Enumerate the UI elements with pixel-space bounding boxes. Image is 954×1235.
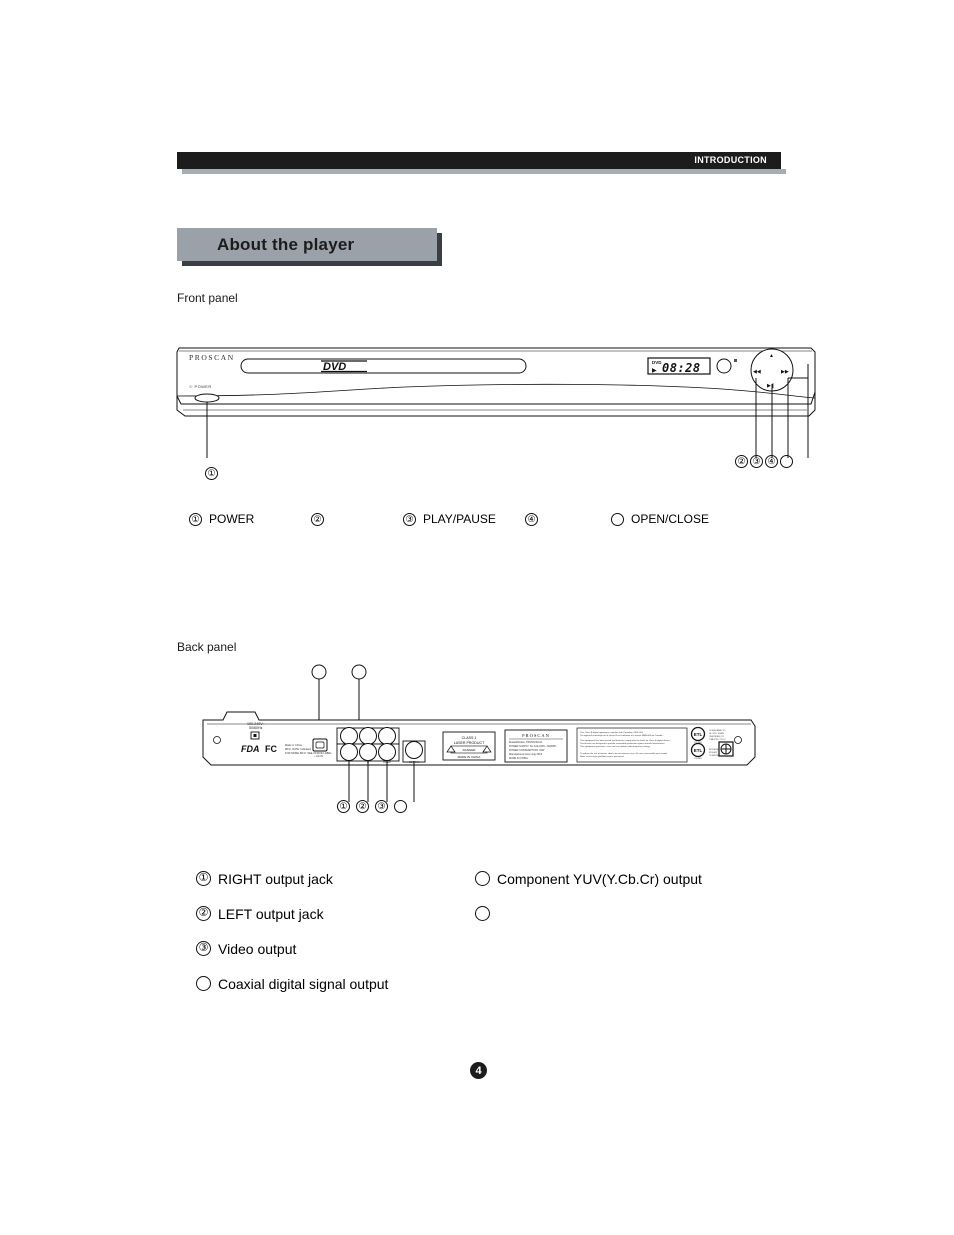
running-header-bar: INTRODUCTION xyxy=(177,152,781,169)
svg-text:CSA STD. C22.2: CSA STD. C22.2 xyxy=(709,738,726,741)
jog-up-glyph: ▲ xyxy=(769,353,774,359)
legend-label: Coaxial digital signal output xyxy=(218,975,389,992)
jog-play-pause-glyph: ▶❙ xyxy=(767,383,775,389)
legend-item-coaxial-output: Coaxial digital signal output xyxy=(196,966,388,1001)
svg-text:Model/Modelo: PDVD1000-A1: Model/Modelo: PDVD1000-A1 xyxy=(509,741,543,744)
back-callout-2: ② xyxy=(356,800,369,813)
laser-class-line1: CLASS 1 xyxy=(462,736,477,740)
svg-text:FOR MORE INFO: SEE OFFICE LABE: FOR MORE INFO: SEE OFFICE LABEL xyxy=(285,751,332,755)
svg-text:CERTIFIED TO: CERTIFIED TO xyxy=(709,736,724,738)
fc-mark: FC xyxy=(265,744,277,754)
legend-marker-circle xyxy=(611,512,624,526)
legend-marker: ④ xyxy=(525,512,538,526)
back-panel-legend-left: ① RIGHT output jack ② LEFT output jack ③… xyxy=(196,861,388,1001)
back-panel-illustration: 100-240V~ 50/60Hz FDA FC Made in China M… xyxy=(202,664,756,802)
legend-item-2: ② xyxy=(311,512,403,526)
legend-marker-circle xyxy=(475,871,490,886)
legend-item-4: ④ xyxy=(525,512,611,526)
svg-text:POWER CONSUMPTION: 15W: POWER CONSUMPTION: 15W xyxy=(509,749,545,752)
legend-marker: ① xyxy=(196,871,211,886)
legend-label: RIGHT output jack xyxy=(218,870,333,887)
display-play-indicator: ▶ xyxy=(652,368,657,374)
svg-text:This Class B digital apparatus: This Class B digital apparatus complies … xyxy=(580,731,644,734)
legend-label: LEFT output jack xyxy=(218,905,324,922)
svg-text:Made in China: Made in China xyxy=(285,743,302,747)
back-callout-1: ① xyxy=(337,800,350,813)
front-panel-heading: Front panel xyxy=(177,291,238,305)
legend-label: Component YUV(Y.Cb.Cr) output xyxy=(497,870,702,887)
legend-marker: ② xyxy=(196,906,211,921)
svg-text:CONFORMS TO: CONFORMS TO xyxy=(709,730,726,732)
svg-text:ETL: ETL xyxy=(694,748,703,753)
svg-text:Manufactured since Aug 2010: Manufactured since Aug 2010 xyxy=(509,753,543,756)
back-callout-coaxial xyxy=(394,800,407,813)
ground-symbol xyxy=(718,741,734,757)
legend-label: PLAY/PAUSE xyxy=(423,512,496,526)
legend-marker: ① xyxy=(189,512,202,526)
svg-text:To reduce the risk of electric: To reduce the risk of electric shock, do… xyxy=(580,752,668,755)
section-title-box: About the player xyxy=(177,228,437,261)
legend-item-right-output: ① RIGHT output jack xyxy=(196,861,388,896)
svg-text:ETL: ETL xyxy=(694,732,703,737)
front-panel-legend: ① POWER ② ③ PLAY/PAUSE ④ OPEN/CLOSE xyxy=(189,512,709,526)
back-callout-3: ③ xyxy=(375,800,388,813)
svg-text:Refer servicing to qualified s: Refer servicing to qualified service per… xyxy=(580,755,625,758)
legend-marker-circle xyxy=(196,976,211,991)
running-header-label: INTRODUCTION xyxy=(694,155,767,165)
front-callout-open-close xyxy=(780,455,793,468)
svg-text:3155027: 3155027 xyxy=(709,752,718,754)
svg-text:Cet appareil numerique de la c: Cet appareil numerique de la classe B es… xyxy=(580,734,663,737)
rating-label-brand: PROSCAN xyxy=(522,733,550,738)
legend-marker-circle xyxy=(475,906,490,921)
jog-next-glyph: ▶▶ xyxy=(781,369,789,375)
legend-label: OPEN/CLOSE xyxy=(631,512,710,526)
legend-item-play-pause: ③ PLAY/PAUSE xyxy=(403,512,525,526)
front-panel-illustration: PROSCAN DVD ☉ POWER DVD ▶ 08:28 ▲ ◀◀ ▶▶ … xyxy=(176,347,816,458)
svg-text:This equipment generates, uses: This equipment generates, uses and can r… xyxy=(580,745,651,748)
front-brand-text: PROSCAN xyxy=(189,353,235,362)
running-header-shadow xyxy=(182,169,786,174)
legend-item-left-output: ② LEFT output jack xyxy=(196,896,388,931)
svg-text:UL STD. 60065: UL STD. 60065 xyxy=(709,733,725,735)
back-panel-heading: Back panel xyxy=(177,640,237,654)
front-callout-1: ① xyxy=(205,463,218,481)
svg-text:This equipment has been tested: This equipment has been tested and found… xyxy=(580,739,671,742)
front-callout-group: ② ③ ④ xyxy=(735,455,793,468)
svg-text:LISTED: LISTED xyxy=(694,758,702,760)
legend-label: POWER xyxy=(209,512,255,526)
back-panel-legend-right: Component YUV(Y.Cb.Cr) output xyxy=(475,861,702,931)
legend-item-video-output: ③ Video output xyxy=(196,931,388,966)
legend-item-component-output: Component YUV(Y.Cb.Cr) output xyxy=(475,861,702,896)
front-callout-3: ③ xyxy=(750,455,763,468)
back-callout-group: ① ② ③ xyxy=(337,800,407,813)
page-number: 4 xyxy=(470,1062,487,1079)
front-power-label: ☉ POWER xyxy=(189,384,212,389)
inlet-label: ~ AC IN xyxy=(314,754,323,758)
fda-mark: FDA xyxy=(241,744,260,754)
jog-prev-glyph: ◀◀ xyxy=(753,369,761,375)
legend-item-unlabeled xyxy=(475,896,702,931)
laser-class-line2: LASER PRODUCT xyxy=(454,741,485,745)
section-title-text: About the player xyxy=(217,235,355,254)
svg-text:MADE IN CHINA: MADE IN CHINA xyxy=(509,757,528,760)
legend-item-power: ① POWER xyxy=(189,512,311,526)
svg-text:POWER SUPPLY: AC 100-240V~ 50/: POWER SUPPLY: AC 100-240V~ 50/60Hz xyxy=(509,745,557,748)
svg-text:DANGER: DANGER xyxy=(463,748,477,752)
legend-marker: ③ xyxy=(196,941,211,956)
front-callout-2: ② xyxy=(735,455,748,468)
laser-made-in: MADE IN CHINA xyxy=(458,755,481,759)
legend-marker: ② xyxy=(311,512,324,526)
display-time: 08:28 xyxy=(662,361,701,375)
front-callout-4: ④ xyxy=(765,455,778,468)
legend-item-open-close: OPEN/CLOSE xyxy=(611,512,709,526)
svg-text:These limits are designed to p: These limits are designed to provide rea… xyxy=(580,742,666,745)
display-disc-type: DVD xyxy=(652,360,662,365)
legend-marker: ③ xyxy=(403,512,416,526)
svg-text:MFG. DATE: Indicated: MFG. DATE: Indicated xyxy=(285,747,311,751)
legend-label: Video output xyxy=(218,940,297,957)
frequency-label: 50/60Hz xyxy=(249,726,263,730)
